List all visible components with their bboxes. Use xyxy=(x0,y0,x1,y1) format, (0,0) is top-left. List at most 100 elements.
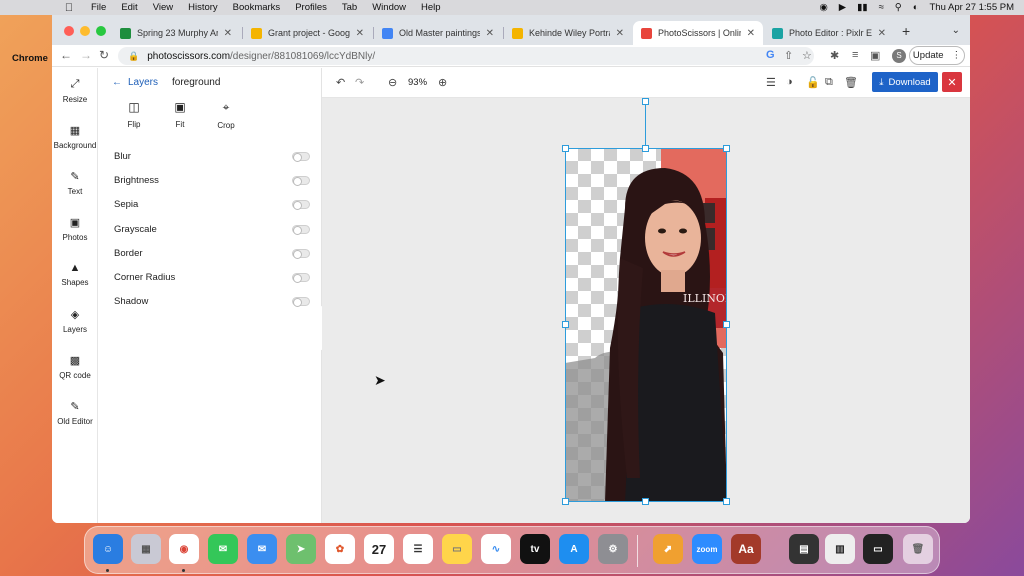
sepia-toggle[interactable] xyxy=(292,200,310,211)
launchpad-icon[interactable]: ▦ xyxy=(131,534,161,564)
duplicate-icon[interactable]: ⧉ xyxy=(825,76,833,89)
spotlight-icon[interactable]: ⚲ xyxy=(895,2,902,13)
resize-handle-bottom[interactable] xyxy=(642,498,649,505)
menu-tab[interactable]: Tab xyxy=(342,2,357,13)
zoom-icon[interactable]: zoom xyxy=(692,534,722,564)
close-window-icon[interactable] xyxy=(64,26,74,36)
system-settings-icon[interactable]: ⚙ xyxy=(598,534,628,564)
menu-view[interactable]: View xyxy=(153,2,173,13)
menu-window[interactable]: Window xyxy=(372,2,406,13)
messages-icon[interactable]: ✉ xyxy=(208,534,238,564)
menu-profiles[interactable]: Profiles xyxy=(295,2,327,13)
forward-arrow-icon[interactable]: → xyxy=(80,48,92,62)
resize-handle-left[interactable] xyxy=(562,321,569,328)
tab-photoscissors[interactable]: PhotoScissors | Online B ✕ xyxy=(633,21,763,45)
chrome-icon[interactable]: ◉ xyxy=(169,534,199,564)
grayscale-toggle[interactable] xyxy=(292,224,310,235)
side-panel-icon[interactable]: ▣ xyxy=(870,49,880,62)
finder-icon[interactable]: ☺ xyxy=(93,534,123,564)
shadow-toggle[interactable] xyxy=(292,297,310,308)
redo-icon[interactable]: ↷ xyxy=(355,76,364,89)
rail-item-old-editor[interactable]: ✎ Old Editor xyxy=(52,400,98,426)
resize-handle-top-left[interactable] xyxy=(562,145,569,152)
trash-icon[interactable]: 🗑 xyxy=(844,76,858,89)
app-store-icon[interactable]: A xyxy=(559,534,589,564)
resize-handle-bottom-left[interactable] xyxy=(562,498,569,505)
freeform-icon[interactable]: ∿ xyxy=(481,534,511,564)
menu-help[interactable]: Help xyxy=(421,2,441,13)
mail-icon[interactable]: ✉ xyxy=(247,534,277,564)
new-tab-button[interactable]: + xyxy=(902,23,910,39)
close-tab-icon[interactable]: ✕ xyxy=(486,28,494,39)
resize-handle-bottom-right[interactable] xyxy=(723,498,730,505)
border-toggle[interactable] xyxy=(292,248,310,259)
recent-window-thumbnail-icon[interactable]: ▭ xyxy=(863,534,893,564)
calendar-icon[interactable]: 27 xyxy=(364,534,394,564)
close-editor-button[interactable]: ✕ xyxy=(942,72,962,92)
rail-item-layers[interactable]: ◈ Layers xyxy=(52,308,98,334)
back-arrow-icon[interactable]: ← xyxy=(60,48,72,62)
share-icon[interactable]: ⇧ xyxy=(784,49,793,62)
unlock-icon[interactable]: 🔓 xyxy=(806,76,820,89)
tab-old-master[interactable]: Old Master paintings po ✕ xyxy=(374,21,502,45)
play-icon[interactable]: ▶ xyxy=(839,2,846,13)
menu-bookmarks[interactable]: Bookmarks xyxy=(233,2,281,13)
notes-icon[interactable]: ▭ xyxy=(442,534,472,564)
lock-icon[interactable]: 🔒 xyxy=(128,51,139,62)
bookmark-star-icon[interactable]: ☆ xyxy=(802,49,812,62)
battery-icon[interactable]: ▮▮ xyxy=(857,2,867,13)
download-button[interactable]: ⤓ Download xyxy=(872,72,938,92)
menu-edit[interactable]: Edit xyxy=(121,2,137,13)
maps-icon[interactable]: ➤ xyxy=(286,534,316,564)
close-tab-icon[interactable]: ✕ xyxy=(878,28,886,39)
dictionary-icon[interactable]: Aa xyxy=(731,534,761,564)
clock[interactable]: Thu Apr 27 1:55 PM xyxy=(930,2,1015,13)
record-icon[interactable]: ◉ xyxy=(819,2,827,13)
tab-kehinde-wiley[interactable]: Kehinde Wiley Portraits ✕ xyxy=(504,21,632,45)
layers-stack-icon[interactable]: ☰ xyxy=(766,76,776,89)
crop-button[interactable]: ⌖ Crop xyxy=(216,100,236,130)
wifi-icon[interactable]: ≈ xyxy=(879,2,884,13)
corner-radius-toggle[interactable] xyxy=(292,273,310,284)
close-tab-icon[interactable]: ✕ xyxy=(356,28,364,39)
fit-button[interactable]: ▣ Fit xyxy=(170,100,190,130)
reminders-icon[interactable]: ☰ xyxy=(403,534,433,564)
flip-button[interactable]: ◫ Flip xyxy=(124,100,144,130)
preview-icon[interactable]: ⬈ xyxy=(653,534,683,564)
recent-document-thumbnail-icon[interactable]: ▥ xyxy=(825,534,855,564)
rail-item-photos[interactable]: ▣ Photos xyxy=(52,216,98,242)
recent-document-thumbnail-icon[interactable]: ▤ xyxy=(789,534,819,564)
rotate-handle[interactable] xyxy=(642,98,649,105)
back-to-layers-link[interactable]: ← Layers xyxy=(112,77,158,88)
undo-icon[interactable]: ↶ xyxy=(336,76,345,89)
google-lens-icon[interactable]: G xyxy=(766,49,775,61)
update-button[interactable]: Update ⋮ xyxy=(909,46,965,65)
close-tab-icon[interactable]: ✕ xyxy=(616,28,624,39)
rail-item-resize[interactable]: ⤢ Resize xyxy=(52,78,98,104)
close-tab-icon[interactable]: ✕ xyxy=(747,28,755,39)
tab-spring-murphy[interactable]: Spring 23 Murphy Art Re ✕ xyxy=(112,21,240,45)
tab-grant-project[interactable]: Grant project - Google D ✕ xyxy=(243,21,372,45)
minimize-window-icon[interactable] xyxy=(80,26,90,36)
canvas-workspace[interactable]: ILLINOI ➤ xyxy=(322,98,970,523)
control-center-icon[interactable]: ◐ xyxy=(913,2,919,13)
resize-handle-top-right[interactable] xyxy=(723,145,730,152)
rail-item-qr-code[interactable]: ▩ QR code xyxy=(52,354,98,380)
zoom-out-icon[interactable]: ⊖ xyxy=(388,76,397,89)
rail-item-text[interactable]: ✎ Text xyxy=(52,170,98,196)
reading-list-icon[interactable]: ≡ xyxy=(852,49,858,61)
rail-item-shapes[interactable]: ▲ Shapes xyxy=(52,262,98,287)
close-tab-icon[interactable]: ✕ xyxy=(224,28,232,39)
profile-avatar[interactable]: S xyxy=(892,49,906,63)
blur-toggle[interactable] xyxy=(292,151,310,162)
rail-item-background[interactable]: ▦ Background xyxy=(52,124,98,150)
extensions-icon[interactable]: ✱ xyxy=(830,49,839,62)
reload-icon[interactable]: ↻ xyxy=(99,48,109,62)
apple-menu-icon[interactable]:  xyxy=(62,2,76,14)
resize-handle-right[interactable] xyxy=(723,321,730,328)
menu-history[interactable]: History xyxy=(188,2,218,13)
brightness-toggle[interactable] xyxy=(292,175,310,186)
trash-icon[interactable]: 🗑 xyxy=(903,534,933,564)
resize-handle-top[interactable] xyxy=(642,145,649,152)
address-bar[interactable]: 🔒 photoscissors.com/designer/881081069/l… xyxy=(118,47,814,65)
